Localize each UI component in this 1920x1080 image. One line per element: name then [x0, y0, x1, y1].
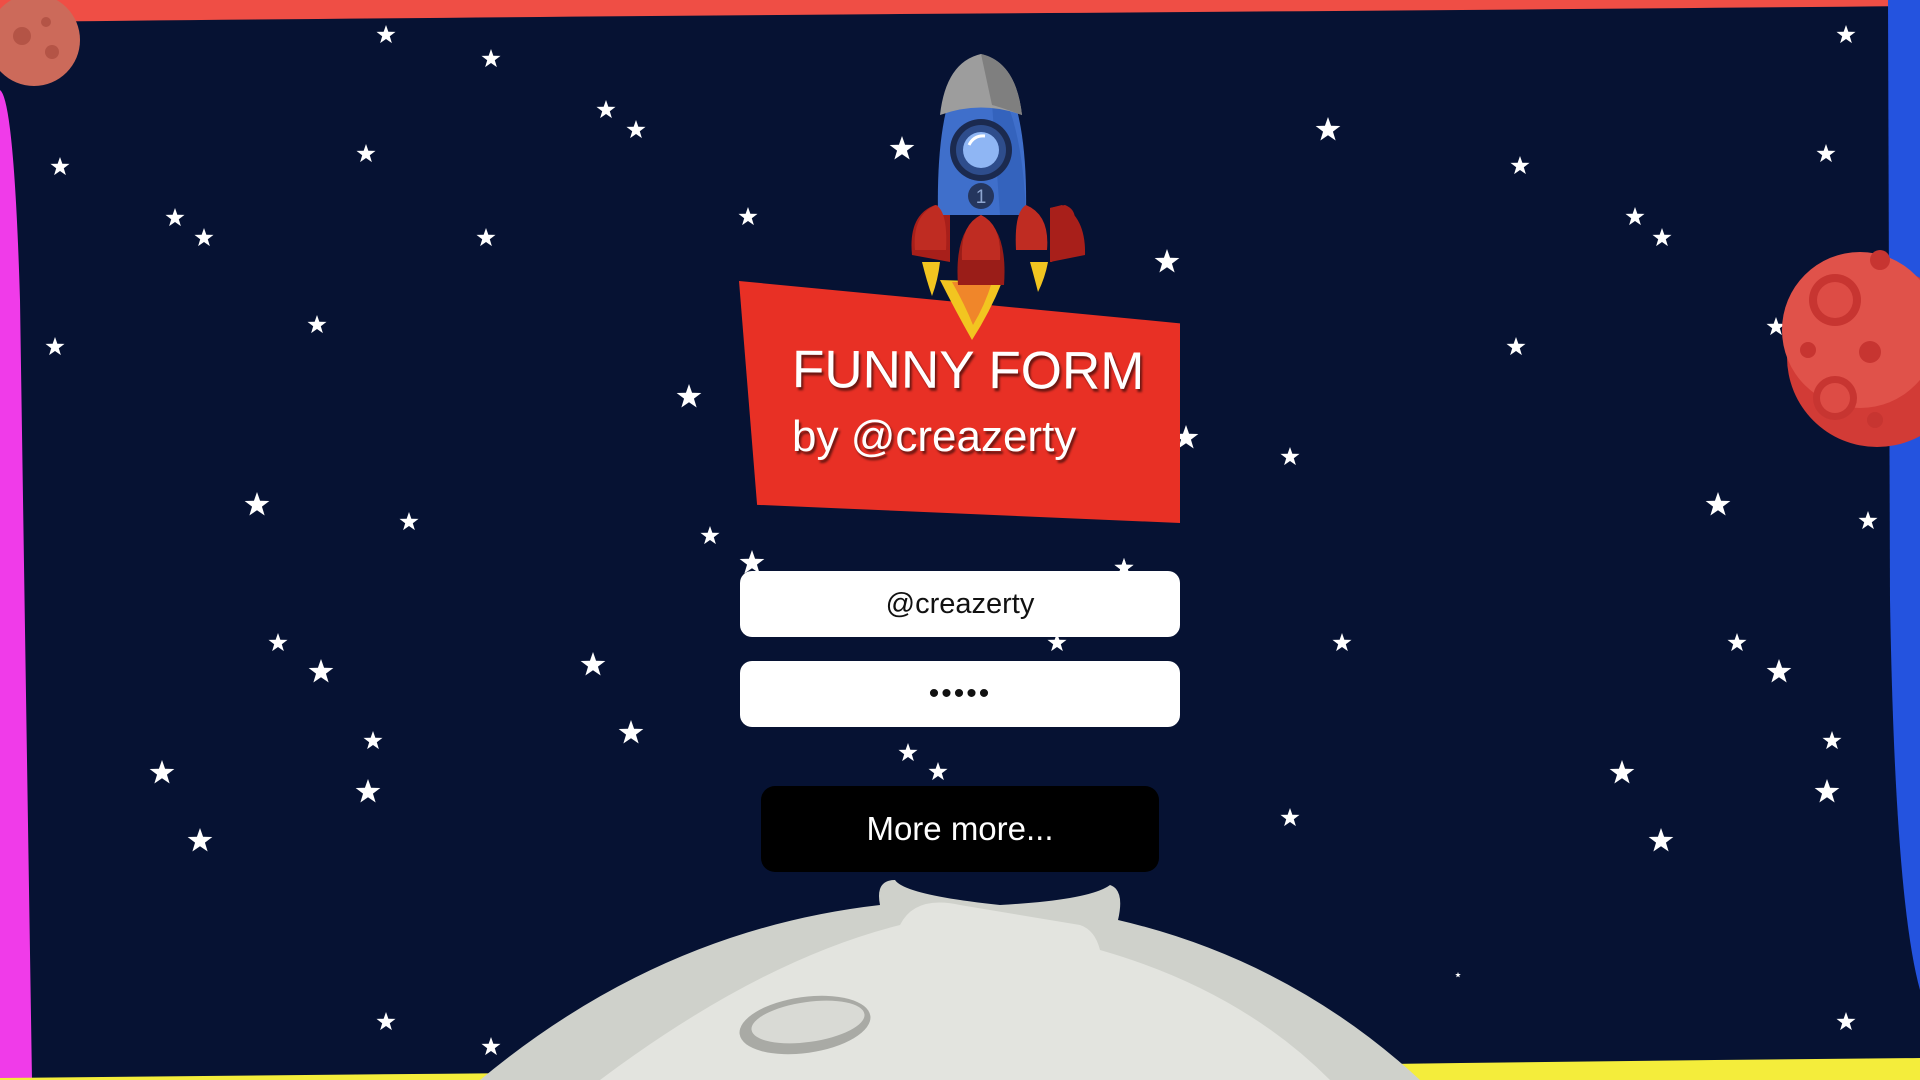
username-input[interactable] [740, 571, 1180, 637]
password-field[interactable] [740, 661, 1180, 727]
rocket-number: 1 [976, 187, 987, 208]
more-button[interactable]: More more... [761, 786, 1159, 872]
rocket-icon: 1 [911, 54, 1086, 340]
space-scene: FUNNY FORM by @creazerty 1 More more. [0, 0, 1920, 1080]
